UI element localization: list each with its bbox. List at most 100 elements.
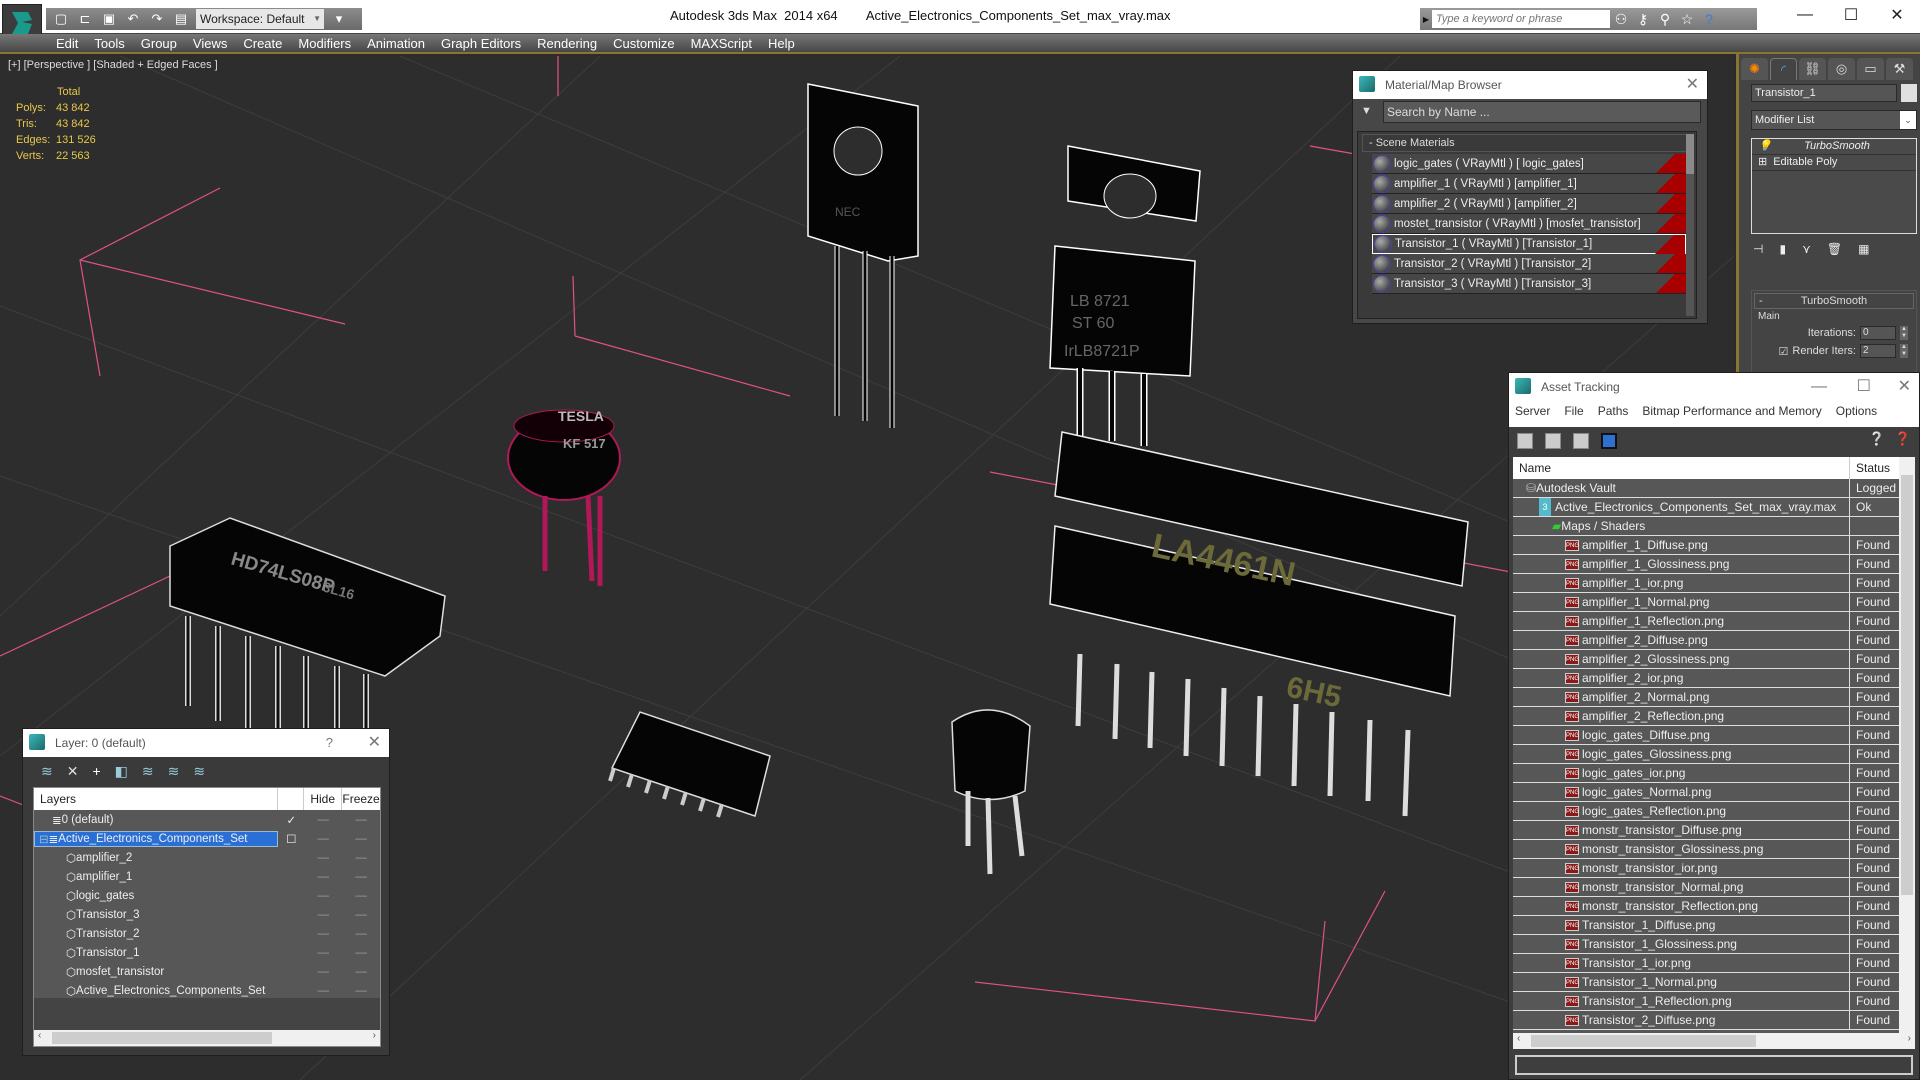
stack-item-turbosmooth[interactable]: 💡 TurboSmooth [1752,139,1916,155]
asset-row[interactable]: PNG amplifier_2_Diffuse.png Found [1513,631,1899,650]
iterations-spinner[interactable]: ▲ ▼ [1900,326,1908,340]
show-end-result-icon[interactable]: ▮ [1779,242,1786,256]
menu-graph-editors[interactable]: Graph Editors [441,34,533,52]
menu-options[interactable]: Options [1836,401,1877,427]
layer-row[interactable]: ⊟ ≣ Active_Electronics_Components_Set ☐ — — [34,829,380,848]
hide-toggle[interactable]: — [304,833,342,845]
key-icon[interactable]: ⚷ [1632,11,1654,28]
layer-object-row[interactable]: ⬡ amplifier_1 — — [34,867,380,886]
scrollbar-thumb[interactable] [1901,475,1913,895]
asset-row[interactable]: PNG amplifier_1_Glossiness.png Found [1513,555,1899,574]
asset-row[interactable]: PNG logic_gates_Reflection.png Found [1513,802,1899,821]
column-layers[interactable]: Layers [34,788,279,810]
transistor-2-model[interactable] [951,709,1031,875]
list-view-icon[interactable] [1545,433,1561,449]
render-iters-input[interactable]: 2 [1860,344,1896,358]
hide-toggle[interactable]: — [304,871,342,883]
freeze-toggle[interactable]: — [342,852,380,864]
menu-rendering[interactable]: Rendering [537,34,609,52]
minimize-button[interactable]: — [1782,0,1828,30]
menu-help[interactable]: Help [768,34,807,52]
column-hide[interactable]: Hide [304,788,343,810]
asset-row[interactable]: PNG monstr_transistor_Normal.png Found [1513,878,1899,897]
layer-horizontal-scrollbar[interactable]: ‹ › [34,1030,380,1046]
make-unique-icon[interactable]: ⋎ [1802,242,1811,256]
menu-maxscript[interactable]: MAXScript [691,34,764,52]
freeze-toggle[interactable]: — [342,947,380,959]
asset-row[interactable]: PNG amplifier_1_Normal.png Found [1513,593,1899,612]
redo-icon[interactable]: ↷ [148,10,166,28]
freeze-toggle[interactable]: — [342,833,380,845]
modify-tab-icon[interactable]: ◜ [1770,58,1797,80]
layer-object-row[interactable]: ⬡ Transistor_2 — — [34,924,380,943]
save-file-icon[interactable]: ▣ [100,10,118,28]
create-tab-icon[interactable]: ✺ [1741,58,1768,80]
layer-object-row[interactable]: ⬡ mosfet_transistor — — [34,962,380,981]
asset-horizontal-scrollbar[interactable]: ‹ › [1513,1033,1915,1049]
hide-toggle[interactable]: — [304,909,342,921]
material-item[interactable]: Transistor_2 ( VRayMtl ) [Transistor_2] [1372,254,1686,274]
asset-row[interactable]: PNG logic_gates_Diffuse.png Found [1513,726,1899,745]
search-expand-icon[interactable]: ▶ [1420,15,1432,24]
render-iters-checkbox[interactable]: ☑ [1779,345,1789,358]
material-item[interactable]: mostet_transistor ( VRayMtl ) [mosfet_tr… [1372,214,1686,234]
column-freeze[interactable]: Freeze [342,788,380,810]
context-help-icon[interactable]: ❓ [1895,431,1911,447]
customize-toolbar-icon[interactable]: ▾ [330,10,348,28]
asset-row[interactable]: PNG amplifier_2_Glossiness.png Found [1513,650,1899,669]
hide-toggle[interactable]: — [304,890,342,902]
tree-view-icon[interactable] [1573,433,1589,449]
asset-row[interactable]: PNG monstr_transistor_ior.png Found [1513,859,1899,878]
hide-toggle[interactable]: — [304,814,342,826]
menu-server[interactable]: Server [1515,401,1550,427]
scrollbar-thumb[interactable] [52,1032,272,1044]
scroll-right-icon[interactable]: › [373,1030,376,1041]
filter-menu-icon[interactable]: ▼ [1361,105,1372,117]
maximize-icon[interactable]: ☐ [1857,373,1871,401]
refresh-icon[interactable] [1517,433,1533,449]
keyword-search-input[interactable] [1432,10,1610,28]
menu-edit[interactable]: Edit [56,34,90,52]
hide-toggle[interactable]: — [304,947,342,959]
utilities-tab-icon[interactable]: ⚒ [1886,58,1913,80]
pin-stack-icon[interactable]: ⊣ [1753,242,1763,256]
asset-row[interactable]: PNG Transistor_1_Glossiness.png Found [1513,935,1899,954]
asset-vertical-scrollbar[interactable] [1899,457,1915,1033]
menu-group[interactable]: Group [141,34,189,52]
help-icon[interactable]: ? [1698,11,1720,27]
asset-row[interactable]: PNG logic_gates_Normal.png Found [1513,783,1899,802]
expand-plus-icon[interactable]: ⊞ [1758,155,1767,170]
freeze-toggle[interactable]: — [342,890,380,902]
display-tab-icon[interactable]: ▭ [1857,58,1884,80]
object-name-field[interactable]: Transistor_1 [1751,84,1897,102]
hide-unhide-all-icon[interactable]: ≋ [193,763,205,780]
asset-row[interactable]: PNG monstr_transistor_Glossiness.png Found [1513,840,1899,859]
layer-object-row[interactable]: ⬡ Active_Electronics_Components_Set — — [34,981,380,1000]
freeze-toggle[interactable]: — [342,871,380,883]
binoculars-icon[interactable]: ⚇ [1610,11,1632,28]
material-search-input[interactable]: Search by Name ... [1383,101,1701,123]
transistor-3-model[interactable]: TESLA KF 517 [507,408,621,586]
freeze-toggle[interactable]: — [342,814,380,826]
hide-toggle[interactable]: — [304,852,342,864]
layer-object-row[interactable]: ⬡ Transistor_3 — — [34,905,380,924]
scrollbar-thumb[interactable] [1531,1035,1756,1047]
workspace-dropdown[interactable]: Workspace: Default ▼ [196,9,324,29]
menu-create[interactable]: Create [243,34,294,52]
layer-row[interactable]: ≣ 0 (default) ✓ — — [34,810,380,829]
asset-row[interactable]: PNG monstr_transistor_Reflection.png Found [1513,897,1899,916]
configure-sets-icon[interactable]: ▦ [1858,242,1869,256]
transistor-1-model[interactable]: NEC [807,83,919,428]
hide-toggle[interactable]: — [304,928,342,940]
set-current-checkbox[interactable]: ☐ [278,832,304,846]
amplifier-1-model[interactable]: LA4461N 6H5 [1049,431,1469,817]
asset-row[interactable]: ⛁ Autodesk Vault Logged [1513,479,1899,498]
close-icon[interactable]: ✕ [1898,373,1911,401]
asset-row[interactable]: PNG Transistor_2_Diffuse.png Found [1513,1011,1899,1030]
layer-object-row[interactable]: ⬡ Transistor_1 — — [34,943,380,962]
freeze-toggle[interactable]: — [342,985,380,997]
current-layer-checkmark-icon[interactable]: ✓ [278,813,304,827]
layer-object-row[interactable]: ⬡ logic_gates — — [34,886,380,905]
scrollbar-thumb[interactable] [1686,134,1694,174]
close-icon[interactable]: ✕ [1686,71,1699,99]
